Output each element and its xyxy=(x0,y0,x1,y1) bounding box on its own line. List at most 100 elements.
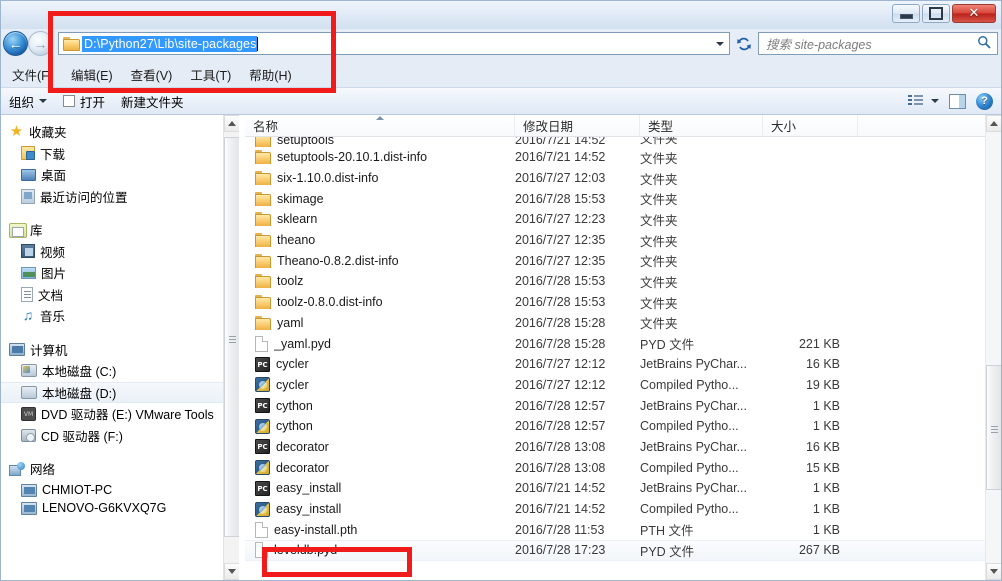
menu-tools[interactable]: 工具(T) xyxy=(181,62,240,87)
sidebar-item-downloads[interactable]: 下载 xyxy=(1,143,239,165)
column-label: 修改日期 xyxy=(523,120,574,134)
python-compiled-icon xyxy=(255,460,270,476)
sidebar-item-pictures[interactable]: 图片 xyxy=(1,262,239,284)
table-row[interactable]: leveldb.pyd 2016/7/28 17:23 PYD 文件 267 KB xyxy=(245,540,985,561)
table-row[interactable]: _yaml.pyd 2016/7/28 15:28 PYD 文件 221 KB xyxy=(245,333,985,354)
sidebar-item-chmiot-pc[interactable]: CHMIOT-PC xyxy=(1,480,239,502)
column-header-name[interactable]: 名称 xyxy=(245,115,515,136)
column-label: 名称 xyxy=(253,120,279,134)
sidebar-item-drive-e[interactable]: VM DVD 驱动器 (E:) VMware Tools xyxy=(1,403,239,425)
pycharm-file-icon: PC xyxy=(255,439,270,455)
table-row[interactable]: Theano-0.8.2.dist-info 2016/7/27 12:35 文件夹 xyxy=(245,250,985,271)
list-view-icon[interactable] xyxy=(908,94,923,108)
table-row[interactable]: decorator 2016/7/28 13:08 Compiled Pytho..… xyxy=(245,457,985,478)
chevron-down-icon xyxy=(715,42,724,46)
table-row[interactable]: PC easy_install 2016/7/21 14:52 JetBrains P… xyxy=(245,478,985,499)
file-type-cell: 文件夹 xyxy=(640,172,678,187)
video-icon xyxy=(21,244,35,259)
table-row[interactable]: PC cycler 2016/7/27 12:12 JetBrains PyChar.… xyxy=(245,354,985,375)
cd-drive-icon xyxy=(21,428,36,442)
file-name-label: sklearn xyxy=(277,212,318,227)
new-folder-button[interactable]: 新建文件夹 xyxy=(113,89,192,114)
back-button[interactable]: ← xyxy=(3,31,28,56)
desktop-icon xyxy=(21,168,36,181)
table-row[interactable]: cython 2016/7/28 12:57 Compiled Pytho... 1 … xyxy=(245,416,985,437)
table-row[interactable]: PC decorator 2016/7/28 13:08 JetBrains PyCh… xyxy=(245,437,985,458)
menu-help[interactable]: 帮助(H) xyxy=(240,62,300,87)
sidebar-item-label: 本地磁盘 (D:) xyxy=(42,386,117,401)
file-size-cell: 1 KB xyxy=(812,481,840,496)
table-row[interactable]: setuptools 2016/7/21 14:52 文件夹 xyxy=(245,137,985,147)
scrollbar-thumb[interactable] xyxy=(986,365,1001,490)
search-input[interactable]: 搜索 site-packages xyxy=(758,32,998,55)
sidebar-item-desktop[interactable]: 桌面 xyxy=(1,164,239,186)
navigation-pane-scrollbar[interactable] xyxy=(223,115,239,580)
scroll-down-button[interactable] xyxy=(986,563,1001,580)
file-type-cell: PTH 文件 xyxy=(640,524,694,539)
scrollbar-thumb[interactable] xyxy=(224,137,239,537)
network-icon xyxy=(9,461,25,476)
scroll-up-button[interactable] xyxy=(224,115,239,132)
table-row[interactable]: yaml 2016/7/28 15:28 文件夹 xyxy=(245,313,985,334)
column-header-size[interactable]: 大小 xyxy=(763,115,858,136)
sidebar-item-favorites[interactable]: ★ 收藏夹 xyxy=(1,121,239,143)
preview-pane-icon[interactable] xyxy=(949,93,966,109)
sidebar-item-documents[interactable]: 文档 xyxy=(1,284,239,306)
column-label: 大小 xyxy=(771,120,797,134)
table-row[interactable]: skimage 2016/7/28 15:53 文件夹 xyxy=(245,188,985,209)
organize-button[interactable]: 组织 xyxy=(1,89,55,114)
column-header-type[interactable]: 类型 xyxy=(640,115,763,136)
file-name-cell: yaml xyxy=(245,315,515,330)
scroll-down-button[interactable] xyxy=(224,563,239,580)
sidebar-item-libraries[interactable]: 库 xyxy=(1,219,239,241)
table-row[interactable]: theano 2016/7/27 12:35 文件夹 xyxy=(245,230,985,251)
sidebar-item-recent-places[interactable]: 最近访问的位置 xyxy=(1,186,239,208)
table-row[interactable]: easy_install 2016/7/21 14:52 Compiled Pyth… xyxy=(245,499,985,520)
chevron-up-icon xyxy=(228,121,236,126)
sidebar-item-network[interactable]: 网络 xyxy=(1,458,239,480)
table-row[interactable]: PC cython 2016/7/28 12:57 JetBrains PyChar.… xyxy=(245,395,985,416)
column-header-date-modified[interactable]: 修改日期 xyxy=(515,115,640,136)
close-button[interactable]: ✕ xyxy=(952,4,996,23)
menu-file[interactable]: 文件(F) xyxy=(3,62,62,87)
close-icon: ✕ xyxy=(968,6,980,21)
address-dropdown-button[interactable] xyxy=(711,34,728,54)
forward-button[interactable]: → xyxy=(28,31,53,56)
table-row[interactable]: toolz 2016/7/28 15:53 文件夹 xyxy=(245,271,985,292)
help-icon[interactable]: ? xyxy=(976,92,993,110)
open-button[interactable]: 打开 xyxy=(55,89,113,114)
sidebar-item-computer[interactable]: 计算机 xyxy=(1,339,239,361)
sidebar-item-drive-d[interactable]: 本地磁盘 (D:) xyxy=(1,381,239,403)
table-row[interactable]: six-1.10.0.dist-info 2016/7/27 12:03 文件夹 xyxy=(245,168,985,189)
file-name-cell: decorator xyxy=(245,460,515,476)
sidebar-item-label: 收藏夹 xyxy=(29,126,67,141)
computer-monitor-icon xyxy=(21,501,37,515)
sidebar-item-music[interactable]: ♫ 音乐 xyxy=(1,305,239,327)
menu-view[interactable]: 查看(V) xyxy=(122,62,182,87)
sidebar-item-label: 桌面 xyxy=(41,169,67,184)
minimize-button[interactable] xyxy=(892,4,920,23)
file-name-label: setuptools xyxy=(277,137,334,147)
sidebar-item-videos[interactable]: 视频 xyxy=(1,241,239,263)
file-type-cell: 文件夹 xyxy=(640,137,678,146)
file-type-cell: Compiled Pytho... xyxy=(640,377,739,392)
computer-icon xyxy=(9,342,25,356)
sidebar-item-lenovo-pc[interactable]: LENOVO-G6KVXQ7G xyxy=(1,501,239,515)
table-row[interactable]: easy-install.pth 2016/7/28 11:53 PTH 文件 1 K… xyxy=(245,519,985,540)
maximize-button[interactable] xyxy=(922,4,950,23)
refresh-button[interactable] xyxy=(732,32,756,55)
table-row[interactable]: toolz-0.8.0.dist-info 2016/7/28 15:53 文件夹 xyxy=(245,292,985,313)
sidebar-item-label: 本地磁盘 (C:) xyxy=(42,365,117,380)
sidebar-item-drive-c[interactable]: 本地磁盘 (C:) xyxy=(1,360,239,382)
chevron-down-icon[interactable] xyxy=(931,99,939,103)
address-input[interactable]: D:\Python27\Lib\site-packages xyxy=(58,32,730,55)
table-row[interactable]: sklearn 2016/7/27 12:23 文件夹 xyxy=(245,209,985,230)
file-size-cell: 1 KB xyxy=(812,398,840,413)
menu-edit[interactable]: 编辑(E) xyxy=(62,62,122,87)
table-row[interactable]: setuptools-20.10.1.dist-info 2016/7/21 14… xyxy=(245,147,985,168)
file-list-scrollbar[interactable] xyxy=(985,115,1001,580)
sidebar-item-drive-f[interactable]: CD 驱动器 (F:) xyxy=(1,425,239,447)
table-row[interactable]: cycler 2016/7/27 12:12 Compiled Pytho... 19… xyxy=(245,375,985,396)
scroll-up-button[interactable] xyxy=(986,115,1001,132)
file-name-label: cython xyxy=(276,419,313,434)
